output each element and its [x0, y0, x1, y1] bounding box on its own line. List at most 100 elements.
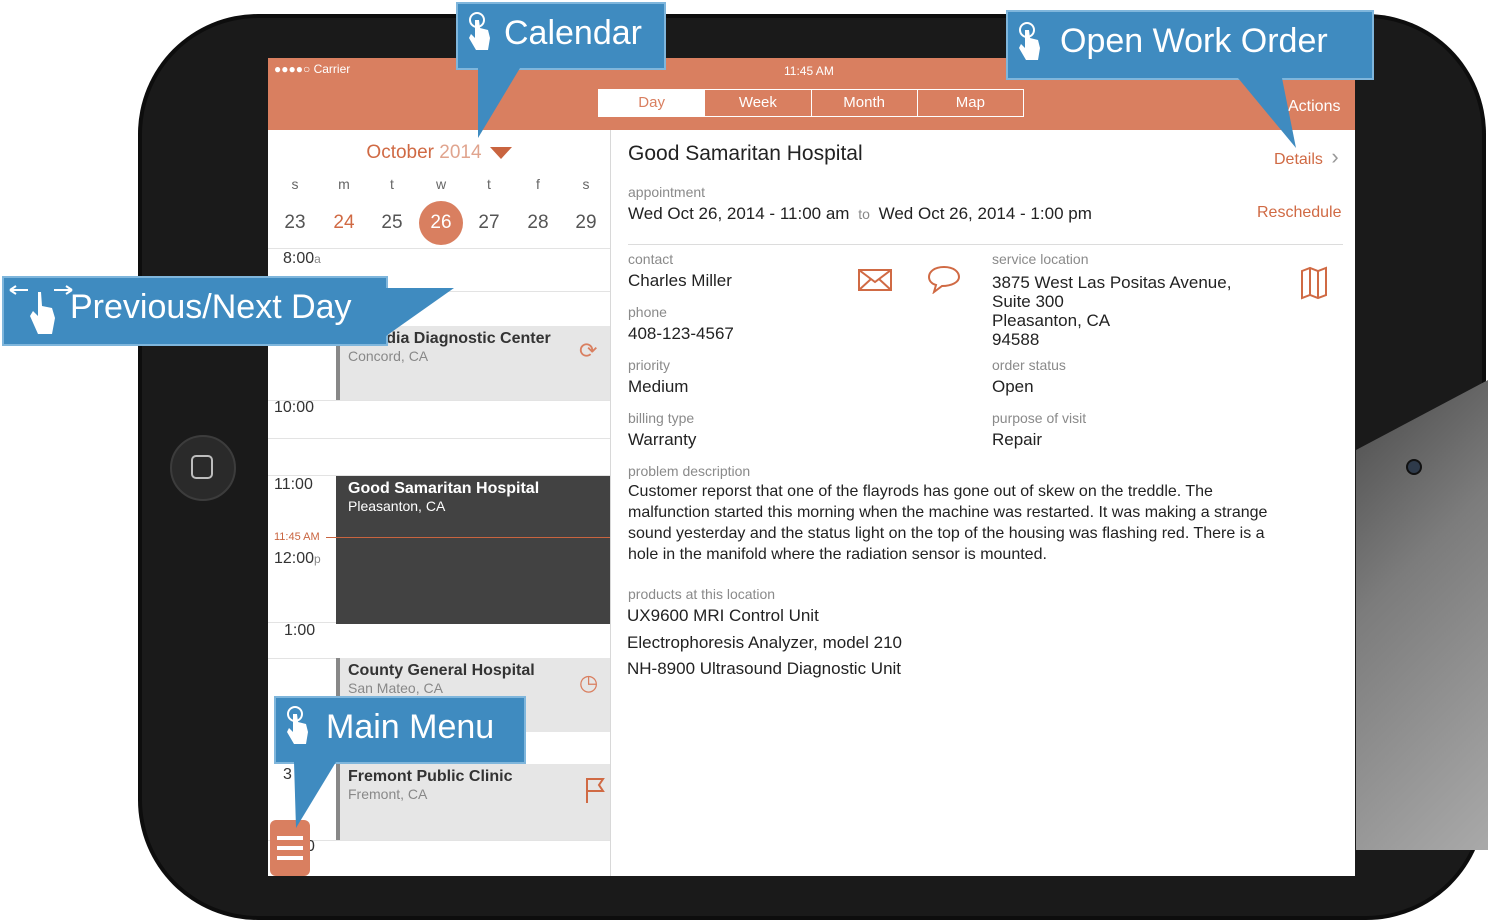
- detail-title: Good Samaritan Hospital: [628, 142, 863, 165]
- divider: [628, 244, 1343, 245]
- product-item: NH-8900 Ultrasound Diagnostic Unit: [627, 659, 902, 678]
- appointment-end: Wed Oct 26, 2014 - 1:00 pm: [878, 204, 1092, 223]
- problem-line: Customer reporst that one of the flayrod…: [628, 483, 1213, 500]
- hour-divider: [268, 248, 610, 249]
- order-status-value: Open: [992, 377, 1034, 396]
- weekday-label: s: [582, 176, 590, 192]
- appointment-location: Pleasanton, CA: [348, 498, 446, 514]
- appointment-location: San Mateo, CA: [348, 680, 443, 696]
- address-line2: Suite 300: [992, 292, 1064, 311]
- to-label: to: [858, 206, 870, 222]
- appointment-card-selected[interactable]: Good Samaritan Hospital Pleasanton, CA: [336, 476, 610, 624]
- calendar-day[interactable]: 25: [368, 208, 416, 238]
- callout-main-menu: Main Menu: [274, 696, 526, 764]
- details-label: Details: [1274, 151, 1323, 168]
- tab-day[interactable]: Day: [599, 90, 706, 116]
- calendar-day[interactable]: 24: [320, 208, 368, 238]
- calendar-day[interactable]: 27: [465, 208, 513, 238]
- callout-pointer: [478, 68, 520, 138]
- view-segmented-control: Day Week Month Map: [598, 89, 1024, 117]
- phone-value[interactable]: 408-123-4567: [628, 324, 734, 344]
- hour-label: 12:00p: [274, 550, 321, 567]
- phone-label: phone: [628, 304, 667, 320]
- tab-month[interactable]: Month: [812, 90, 918, 116]
- caret-down-icon: [489, 146, 512, 159]
- address-line3: Pleasanton, CA: [992, 311, 1111, 330]
- menu-bar: [277, 856, 303, 860]
- callout-previous-next-day: Previous/Next Day: [2, 276, 388, 346]
- appointment-card[interactable]: Fremont Public Clinic Fremont, CA: [336, 764, 610, 840]
- priority-label: priority: [628, 357, 671, 373]
- tab-week[interactable]: Week: [705, 90, 812, 116]
- hour-divider: [268, 438, 610, 439]
- home-button-icon: [191, 455, 213, 479]
- callout-open-work-order: Open Work Order: [1006, 10, 1374, 80]
- tap-hand-icon: [1019, 22, 1040, 60]
- product-item: Electrophoresis Analyzer, model 210: [627, 633, 902, 652]
- callout-pointer: [294, 762, 336, 828]
- mail-icon[interactable]: [858, 268, 892, 292]
- map-icon[interactable]: [1300, 266, 1332, 300]
- calendar-day-selected[interactable]: 26: [417, 208, 465, 238]
- appointment-title: County General Hospital: [348, 662, 535, 679]
- appointment-title: Fremont Public Clinic: [348, 768, 513, 785]
- weekday-label: m: [338, 176, 350, 192]
- calendar-day[interactable]: 23: [271, 208, 319, 238]
- reschedule-button[interactable]: Reschedule: [1257, 204, 1342, 222]
- hour-label: 10:00: [274, 399, 315, 416]
- product-item: UX9600 MRI Control Unit: [627, 606, 819, 625]
- weekday-label: f: [536, 176, 540, 192]
- weekday-label: s: [291, 176, 299, 192]
- appointment-location: Fremont, CA: [348, 786, 428, 802]
- chevron-right-icon: ›: [1331, 144, 1339, 169]
- hour-label: 11:00: [274, 476, 313, 493]
- appointment-label: appointment: [628, 184, 706, 200]
- calendar-day[interactable]: 28: [514, 208, 562, 238]
- problem-label: problem description: [628, 463, 751, 479]
- hour-divider: [268, 400, 610, 401]
- hour-label: 3: [283, 766, 292, 783]
- flag-icon: [584, 776, 606, 804]
- swipe-hand-icon: [9, 285, 73, 334]
- callout-text: Main Menu: [326, 708, 495, 746]
- callout-text: Previous/Next Day: [70, 288, 352, 326]
- current-time-line: [326, 537, 610, 538]
- weekday-label: t: [487, 176, 491, 192]
- callout-text: Open Work Order: [1060, 22, 1328, 60]
- hour-label: 1:00: [284, 622, 316, 639]
- clock: 11:45 AM: [784, 64, 834, 78]
- callout-pointer: [386, 288, 454, 336]
- month-label: October: [366, 142, 435, 163]
- hour-divider: [268, 840, 610, 841]
- chat-icon[interactable]: [926, 264, 962, 295]
- service-location-label: service location: [992, 251, 1089, 267]
- billing-label: billing type: [628, 410, 695, 426]
- problem-line: sound yesterday and the status light on …: [628, 525, 1265, 542]
- tab-map[interactable]: Map: [918, 90, 1023, 116]
- carrier-status: ●●●●○ Carrier: [274, 62, 351, 76]
- problem-line: malfunction started this morning when th…: [628, 504, 1268, 521]
- purpose-value: Repair: [992, 430, 1043, 449]
- timer-icon: ◷: [579, 670, 599, 695]
- hour-label: 8:00a: [283, 250, 321, 267]
- address-line1: 3875 West Las Positas Avenue,: [992, 273, 1232, 292]
- order-status-label: order status: [992, 357, 1066, 373]
- callout-pointer: [1238, 78, 1296, 148]
- calendar-day[interactable]: 29: [562, 208, 610, 238]
- tablet-glare: [1356, 380, 1488, 850]
- appointment-location: Concord, CA: [348, 348, 429, 364]
- contact-label: contact: [628, 251, 674, 267]
- callout-calendar: Calendar: [456, 2, 666, 70]
- month-selector[interactable]: October 2014: [268, 142, 610, 170]
- menu-bar: [277, 836, 303, 840]
- menu-bar: [277, 846, 303, 850]
- appointment-start: Wed Oct 26, 2014 - 11:00 am: [628, 204, 850, 223]
- sync-icon: ⟳: [579, 338, 598, 363]
- appointment-title: Good Samaritan Hospital: [348, 480, 540, 497]
- address-line4: 94588: [992, 330, 1040, 349]
- tap-hand-icon: [469, 12, 490, 50]
- appointment-times: Wed Oct 26, 2014 - 11:00 am to Wed Oct 2…: [628, 204, 1092, 224]
- purpose-label: purpose of visit: [992, 410, 1087, 426]
- weekday-label: t: [390, 176, 394, 192]
- billing-value: Warranty: [628, 430, 697, 449]
